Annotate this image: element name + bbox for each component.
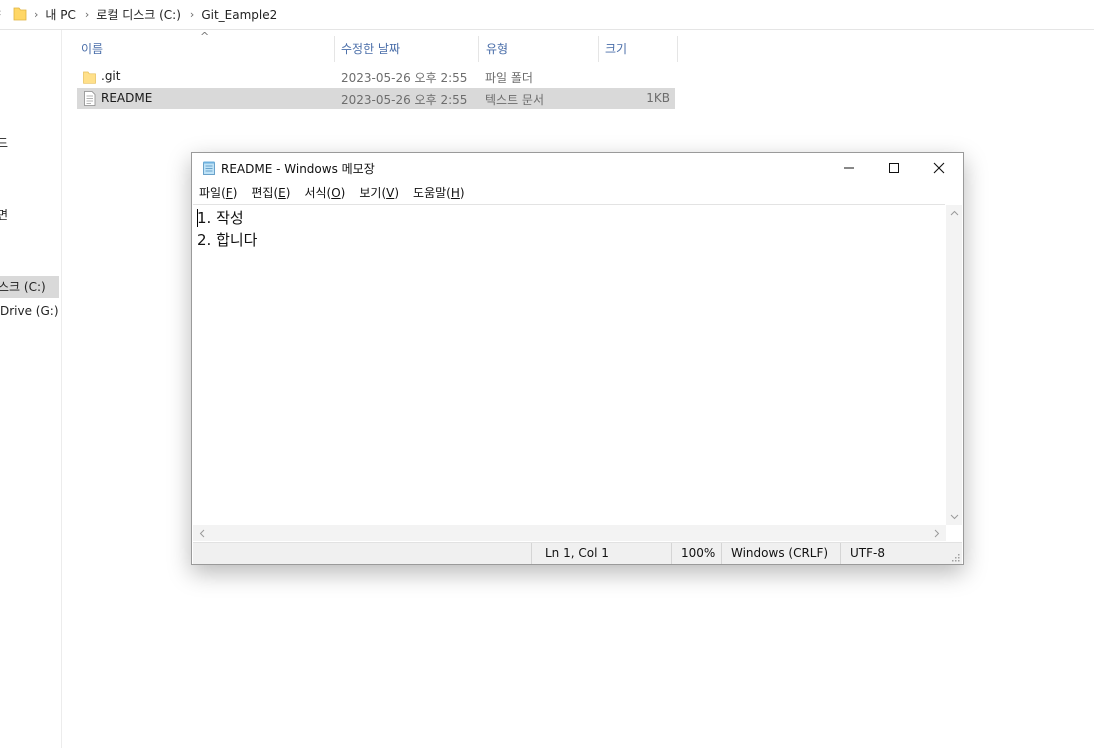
horizontal-scrollbar[interactable] <box>193 525 946 541</box>
file-modified: 2023-05-26 오후 2:55 <box>341 93 468 107</box>
menu-accelerator: V <box>386 186 395 200</box>
status-divider <box>531 543 532 564</box>
vertical-scrollbar[interactable] <box>946 205 962 525</box>
file-name: README <box>101 91 153 105</box>
status-divider <box>721 543 722 564</box>
status-line-ending: Windows (CRLF) <box>731 546 829 560</box>
folder-icon <box>83 71 96 84</box>
status-divider <box>671 543 672 564</box>
chevron-right-icon: › <box>84 8 90 21</box>
nav-item-local-disk[interactable]: 스크 (C:) <box>0 276 59 298</box>
file-row-readme[interactable]: README 2023-05-26 오후 2:55 텍스트 문서 1KB <box>77 88 675 109</box>
column-divider[interactable] <box>334 36 335 62</box>
chevron-right-icon: › <box>34 8 39 21</box>
nav-item-label: 스크 (C:) <box>0 280 46 294</box>
chevron-right-icon: › <box>189 8 195 21</box>
menu-help[interactable]: 도움말(H) <box>406 183 472 204</box>
menu-label: 파일 <box>199 186 222 200</box>
close-icon <box>933 162 945 174</box>
notepad-icon <box>203 161 215 175</box>
maximize-button[interactable] <box>871 153 917 183</box>
menu-accelerator: F <box>225 186 233 200</box>
menu-accelerator: E <box>278 186 286 200</box>
menu-bar: 파일(F) 편집(E) 서식(O) 보기(V) 도움말(H) <box>192 183 963 204</box>
minimize-icon <box>844 167 854 169</box>
status-encoding: UTF-8 <box>850 546 885 560</box>
notepad-window[interactable]: README - Windows 메모장 파일(F) 편집(E) 서식(O) 보… <box>191 152 964 565</box>
address-bar[interactable]: ‹ › 내 PC › 로컬 디스크 (C:) › Git_Eample2 <box>0 0 1094 30</box>
navigation-pane: 드 면 스크 (C:) Drive (G:) <box>0 30 62 748</box>
text-editor-area[interactable]: 1. 작성 2. 합니다 <box>193 204 945 526</box>
menu-label: 도움말 <box>413 186 447 200</box>
folder-icon <box>13 7 27 21</box>
menu-view[interactable]: 보기(V) <box>352 183 406 204</box>
column-divider[interactable] <box>478 36 479 62</box>
minimize-button[interactable] <box>826 153 872 183</box>
status-cursor-position: Ln 1, Col 1 <box>545 546 609 560</box>
nav-item-partial-2[interactable]: 면 <box>0 204 8 226</box>
column-header-name[interactable]: 이름 <box>81 40 103 66</box>
status-zoom: 100% <box>681 546 716 560</box>
window-title: README - Windows 메모장 <box>221 162 375 176</box>
file-name: .git <box>101 69 121 83</box>
close-button[interactable] <box>916 153 962 183</box>
file-type: 텍스트 문서 <box>485 93 545 107</box>
breadcrumb: › 내 PC › 로컬 디스크 (C:) › Git_Eample2 <box>34 6 286 23</box>
scroll-right-icon[interactable] <box>934 529 940 538</box>
resize-grip-icon[interactable] <box>951 553 960 562</box>
status-divider <box>840 543 841 564</box>
breadcrumb-local-disk[interactable]: 로컬 디스크 (C:) <box>96 6 181 23</box>
file-modified: 2023-05-26 오후 2:55 <box>341 71 468 85</box>
nav-item-partial-1[interactable]: 드 <box>0 132 8 154</box>
column-header-size[interactable]: 크기 <box>605 40 627 66</box>
column-header-type[interactable]: 유형 <box>486 40 508 66</box>
text-line: 1. 작성 <box>197 209 244 227</box>
scroll-down-icon[interactable] <box>950 514 959 520</box>
status-bar: Ln 1, Col 1 100% Windows (CRLF) UTF-8 <box>193 542 962 564</box>
breadcrumb-this-pc[interactable]: 내 PC <box>45 6 75 23</box>
scroll-up-icon[interactable] <box>950 210 959 216</box>
menu-label: 보기 <box>359 186 382 200</box>
menu-accelerator: H <box>450 186 460 200</box>
scroll-left-icon[interactable] <box>199 529 205 538</box>
menu-file[interactable]: 파일(F) <box>192 183 244 204</box>
breadcrumb-current-folder[interactable]: Git_Eample2 <box>201 8 277 22</box>
menu-label: 서식 <box>304 186 327 200</box>
chevron-left-icon: ‹ <box>0 6 1 19</box>
column-header-modified[interactable]: 수정한 날짜 <box>341 40 400 66</box>
maximize-icon <box>889 163 899 173</box>
file-row-git[interactable]: .git 2023-05-26 오후 2:55 파일 폴더 <box>77 66 675 87</box>
menu-accelerator: O <box>331 186 341 200</box>
menu-edit[interactable]: 편집(E) <box>244 183 297 204</box>
menu-label: 편집 <box>251 186 274 200</box>
file-type: 파일 폴더 <box>485 71 533 85</box>
title-bar[interactable]: README - Windows 메모장 <box>192 153 963 183</box>
nav-item-drive-g[interactable]: Drive (G:) <box>0 300 59 322</box>
column-divider[interactable] <box>677 36 678 62</box>
column-divider[interactable] <box>598 36 599 62</box>
menu-format[interactable]: 서식(O) <box>297 183 352 204</box>
text-file-icon <box>84 91 96 106</box>
sort-ascending-icon: ^ <box>200 30 210 43</box>
file-size: 1KB <box>646 91 670 105</box>
text-line: 2. 합니다 <box>197 231 258 249</box>
